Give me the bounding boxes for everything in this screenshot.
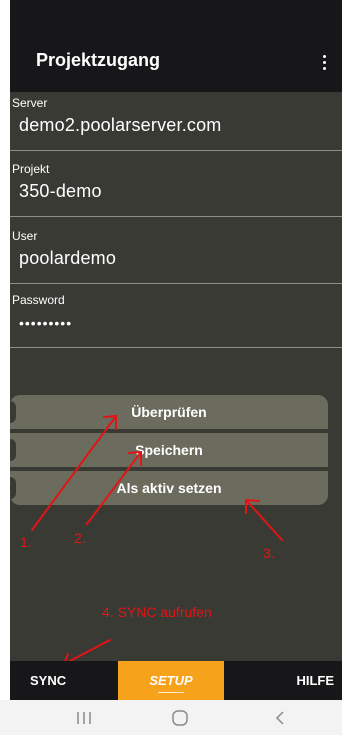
tab-setup-underline (158, 692, 184, 693)
annotation-2: 2. (74, 530, 86, 546)
tab-setup[interactable]: SETUP (118, 661, 224, 700)
system-nav-bar (0, 700, 342, 735)
arrow-3 (245, 499, 283, 541)
home-icon[interactable] (172, 710, 188, 726)
annotation-4: 4. SYNC aufrufen (102, 604, 212, 620)
annotation-arrows (31, 414, 283, 666)
arrow-1 (31, 415, 117, 531)
app-screen: Projektzugang Server demo2.poolarserver.… (10, 0, 342, 700)
tab-sync[interactable]: SYNC (30, 661, 66, 700)
arrow-2 (86, 451, 142, 525)
annotation-1: 1. (20, 534, 32, 550)
system-nav-icons (77, 710, 284, 726)
bottom-tab-bar: SYNC SETUP HILFE (10, 661, 342, 700)
tab-setup-label: SETUP (149, 673, 193, 688)
tab-hilfe[interactable]: HILFE (296, 661, 334, 700)
back-icon[interactable] (275, 711, 284, 725)
annotation-3: 3. (263, 545, 275, 561)
recent-apps-icon[interactable] (77, 712, 91, 724)
